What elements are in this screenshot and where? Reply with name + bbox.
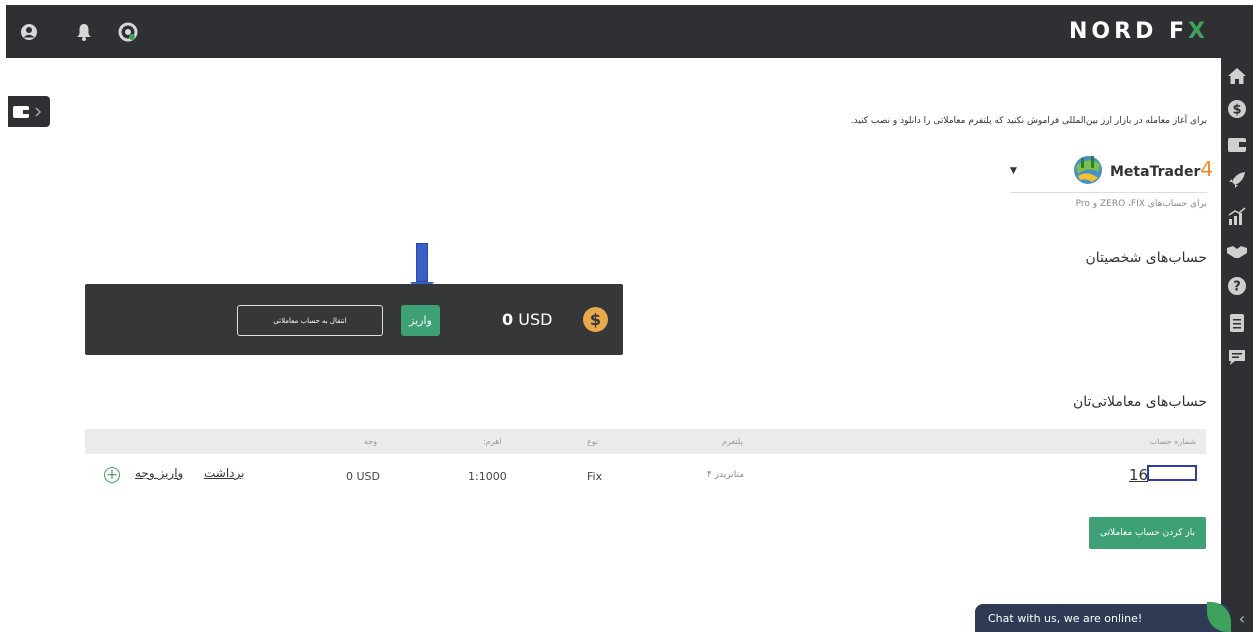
home-icon[interactable] bbox=[1225, 64, 1249, 88]
platform-name: MetaTrader4 bbox=[1110, 157, 1213, 181]
col-funds: وجه bbox=[364, 437, 378, 446]
dollar-icon[interactable]: $ bbox=[1225, 97, 1249, 121]
annotation-arrow-shaft bbox=[416, 243, 428, 282]
table-header: شماره حساب پلتفرم نوع اهرم: وجه bbox=[85, 429, 1206, 454]
wallet-icon bbox=[13, 105, 42, 118]
support-headset-icon[interactable] bbox=[116, 5, 140, 58]
platform-name-text: MetaTrader bbox=[1110, 164, 1201, 180]
handshake-icon[interactable] bbox=[1225, 240, 1249, 264]
chat-icon[interactable] bbox=[1225, 346, 1249, 370]
dollar-coin-icon: $ bbox=[583, 307, 608, 332]
chevron-down-icon[interactable]: ▼ bbox=[1010, 166, 1017, 176]
metatrader-logo-icon bbox=[1074, 156, 1102, 184]
withdraw-link[interactable]: برداشت bbox=[204, 466, 244, 480]
trading-accounts-title: حساب‌های معاملاتی‌تان bbox=[1072, 394, 1207, 410]
col-account-number: شماره حساب bbox=[1149, 437, 1196, 446]
row-funds: 0 USD bbox=[346, 470, 380, 483]
document-icon[interactable] bbox=[1225, 311, 1249, 335]
live-chat-widget[interactable]: Chat with us, we are online! bbox=[975, 604, 1230, 632]
user-circle-icon[interactable] bbox=[17, 5, 41, 58]
col-leverage: اهرم: bbox=[483, 437, 502, 446]
row-type: Fix bbox=[587, 470, 603, 483]
platform-download-notice: برای آغاز معامله در بازار ارز بین‌المللی… bbox=[850, 116, 1207, 126]
chart-growth-icon[interactable] bbox=[1225, 204, 1249, 228]
balance-currency: USD bbox=[518, 310, 553, 329]
top-bar: NORD FX bbox=[6, 5, 1253, 58]
logo-text: NORD F bbox=[1069, 19, 1189, 44]
left-edge bbox=[0, 0, 6, 632]
personal-accounts-title: حساب‌های شخصیتان bbox=[1085, 250, 1207, 266]
svg-text:$: $ bbox=[1232, 103, 1241, 118]
divider bbox=[1010, 192, 1207, 193]
wallet-drawer-toggle[interactable] bbox=[8, 96, 50, 127]
help-icon[interactable]: ? bbox=[1225, 274, 1249, 298]
platform-subtitle: برای حساب‌های ZERO ،FIX و Pro bbox=[1075, 199, 1207, 209]
logo-x: X bbox=[1188, 19, 1209, 44]
row-platform: متاتریدر ۴ bbox=[707, 470, 745, 480]
deposit-button[interactable]: واریز bbox=[401, 305, 440, 336]
svg-text:?: ? bbox=[1233, 280, 1241, 295]
platform-selector[interactable]: MetaTrader4 bbox=[1070, 152, 1213, 186]
col-type: نوع bbox=[587, 437, 599, 446]
personal-account-panel: انتقال به حساب معاملاتی واریز 0 USD $ bbox=[85, 284, 623, 355]
rocket-icon[interactable] bbox=[1225, 168, 1249, 192]
balance-display: 0 USD bbox=[502, 310, 552, 329]
platform-version: 4 bbox=[1200, 157, 1214, 181]
col-platform: پلتفرم bbox=[722, 437, 743, 446]
open-trading-account-button[interactable]: باز کردن حساب معاملاتی bbox=[1089, 517, 1206, 549]
redaction-box bbox=[1147, 465, 1197, 481]
row-leverage: 1:1000 bbox=[468, 470, 507, 483]
deposit-funds-link[interactable]: واریز وجه bbox=[135, 466, 183, 480]
wallet-icon[interactable] bbox=[1225, 133, 1249, 157]
bell-icon[interactable] bbox=[72, 5, 96, 58]
chevron-left-icon[interactable]: ‹ bbox=[1231, 604, 1253, 632]
right-sidebar: $ ? bbox=[1221, 58, 1253, 632]
add-icon[interactable]: + bbox=[104, 467, 120, 483]
transfer-to-trading-button[interactable]: انتقال به حساب معاملاتی bbox=[237, 305, 383, 336]
brand-logo[interactable]: NORD FX bbox=[1069, 5, 1209, 58]
balance-amount: 0 bbox=[502, 310, 514, 329]
account-number-link[interactable]: 16 bbox=[1129, 466, 1148, 484]
